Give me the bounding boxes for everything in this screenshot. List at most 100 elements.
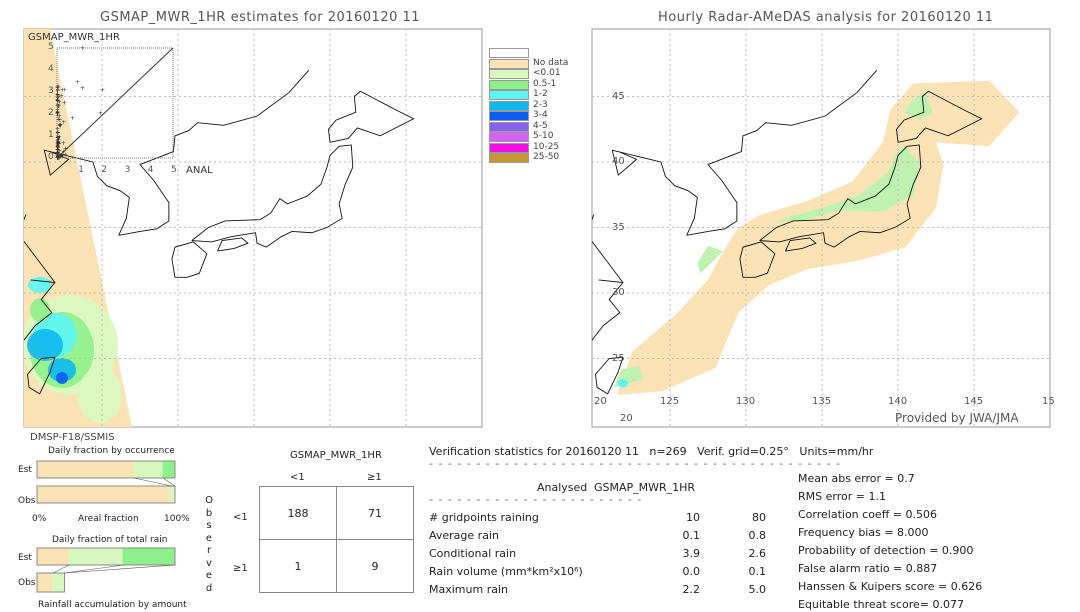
stat-gsmap: 5.0 <box>748 583 767 596</box>
legend-swatch <box>489 100 529 111</box>
legend-swatch <box>489 132 529 142</box>
stat-analysed: 2.2 <box>682 583 701 596</box>
lat-label: 20 <box>620 413 633 424</box>
stat-row-label: Maximum rain <box>429 583 508 596</box>
lat-label: 30 <box>612 287 625 298</box>
cell-00: 188 <box>259 486 337 540</box>
scatter-point: + <box>61 140 66 147</box>
stat-analysed: 0.1 <box>682 529 701 542</box>
stat-row-label: Rain volume (mm*km²x10⁶) <box>429 565 583 578</box>
lat-label: 25 <box>612 352 625 364</box>
legend-label: No data <box>533 57 569 68</box>
tot-est-bar-segment <box>122 548 175 565</box>
divider: - - - - - - - - - - - - - - - - - - - - … <box>429 493 641 506</box>
divider: - - - - - - - - - - - - - - - - - - - - … <box>429 457 844 470</box>
inset-x-label: ANAL <box>186 165 213 176</box>
stat-gsmap: 0.8 <box>748 529 767 542</box>
tot-est-bar-segment <box>68 548 123 565</box>
cell-11: 9 <box>336 539 414 593</box>
stat-row-label: # gridpoints raining <box>429 511 539 524</box>
legend-swatch <box>489 69 529 79</box>
inset-x-tick: 4 <box>147 165 154 175</box>
scatter-point: + <box>55 126 60 133</box>
legend-label: 0.5-1 <box>533 78 557 89</box>
contingency-table: 188 71 19 <box>259 486 414 593</box>
legend-swatch <box>489 90 529 100</box>
tot-est-bar-segment <box>37 548 69 565</box>
col-header-ge1: ≥1 <box>367 472 382 483</box>
legend-label: 1-2 <box>533 89 548 99</box>
col-header-lt1: <1 <box>290 472 305 483</box>
cell-10: 1 <box>259 539 337 593</box>
tot-obs-bar-segment <box>37 573 53 592</box>
occ-obs-bar-segment <box>37 486 170 503</box>
legend-swatch <box>489 121 529 132</box>
rain-blob <box>78 367 122 423</box>
stat-analysed: 3.9 <box>682 547 701 560</box>
lon-label: 135 <box>812 396 832 407</box>
score-line: Probability of detection = 0.900 <box>798 544 974 557</box>
stat-gsmap: 0.1 <box>748 565 767 578</box>
inset-x-tick: 2 <box>101 165 108 175</box>
legend-label: 3-4 <box>533 110 548 120</box>
legend-swatch <box>489 58 529 69</box>
legend-swatch <box>489 153 529 163</box>
stat-row-label: Average rain <box>429 529 499 542</box>
lon-label: 125 <box>660 396 680 407</box>
score-line: Mean abs error = 0.7 <box>798 472 915 485</box>
score-line: False alarm ratio = 0.887 <box>798 562 938 575</box>
right-map <box>591 28 1051 428</box>
score-line: Frequency bias = 8.000 <box>798 526 929 539</box>
scatter-point: + <box>80 45 85 52</box>
scatter-point: + <box>59 93 64 100</box>
scatter-point: + <box>62 100 67 107</box>
row-header-ge1: ≥1 <box>233 563 248 574</box>
scatter-point: + <box>70 115 75 122</box>
scatter-point: + <box>57 103 62 110</box>
scatter-point: + <box>80 85 85 92</box>
stat-gsmap: 2.6 <box>748 547 767 560</box>
inset-x-tick: 3 <box>124 165 131 175</box>
score-line: Equitable threat score= 0.077 <box>798 598 964 611</box>
row-header-lt1: <1 <box>233 512 248 523</box>
scatter-point: + <box>56 117 61 124</box>
lat-label: 35 <box>612 221 625 233</box>
rain-blob <box>27 329 63 361</box>
legend-label: 5-10 <box>533 131 554 141</box>
inset-y-tick: 0 <box>48 152 54 162</box>
inset-x-tick: 1 <box>78 165 84 175</box>
legend-swatch <box>489 111 529 121</box>
tot-obs-bar-segment <box>52 573 65 592</box>
scatter-point: + <box>98 110 103 117</box>
lon-label: 15 <box>1042 396 1055 407</box>
scatter-point: + <box>56 84 61 91</box>
score-line: Correlation coeff = 0.506 <box>798 508 937 521</box>
lon-label: 140 <box>888 396 908 407</box>
scatter-point: + <box>100 87 105 94</box>
inset-y-tick: 4 <box>48 64 54 74</box>
inset-y-tick: 3 <box>48 86 54 96</box>
stat-row-label: Conditional rain <box>429 547 517 560</box>
legend-swatch <box>489 48 529 58</box>
inset-y-tick: 2 <box>48 108 54 118</box>
lon-label: 130 <box>736 396 756 407</box>
rain-blob <box>56 372 68 384</box>
lat-label: 40 <box>612 156 625 167</box>
inset-y-tick: 1 <box>48 130 54 140</box>
legend-label: 2-3 <box>533 99 548 110</box>
cell-01: 71 <box>336 486 414 540</box>
inset-y-tick: 5 <box>48 42 54 52</box>
observed-label: Observed <box>205 495 213 594</box>
legend-label: <0.01 <box>533 68 561 78</box>
scatter-point: + <box>55 154 60 161</box>
scatter-point: + <box>61 119 66 126</box>
lon-label: 20 <box>594 396 607 407</box>
occ-est-bar-segment <box>133 461 163 478</box>
score-line: Hanssen & Kuipers score = 0.626 <box>798 580 983 593</box>
stat-analysed: 0.0 <box>682 565 701 578</box>
inset-x-tick: 5 <box>171 165 177 175</box>
left-map: ++++++++++++++++++++++++++++++++++++++++… <box>23 28 483 428</box>
legend-swatch <box>489 142 529 153</box>
legend-swatch <box>489 79 529 90</box>
occ-est-bar-segment <box>162 461 175 478</box>
